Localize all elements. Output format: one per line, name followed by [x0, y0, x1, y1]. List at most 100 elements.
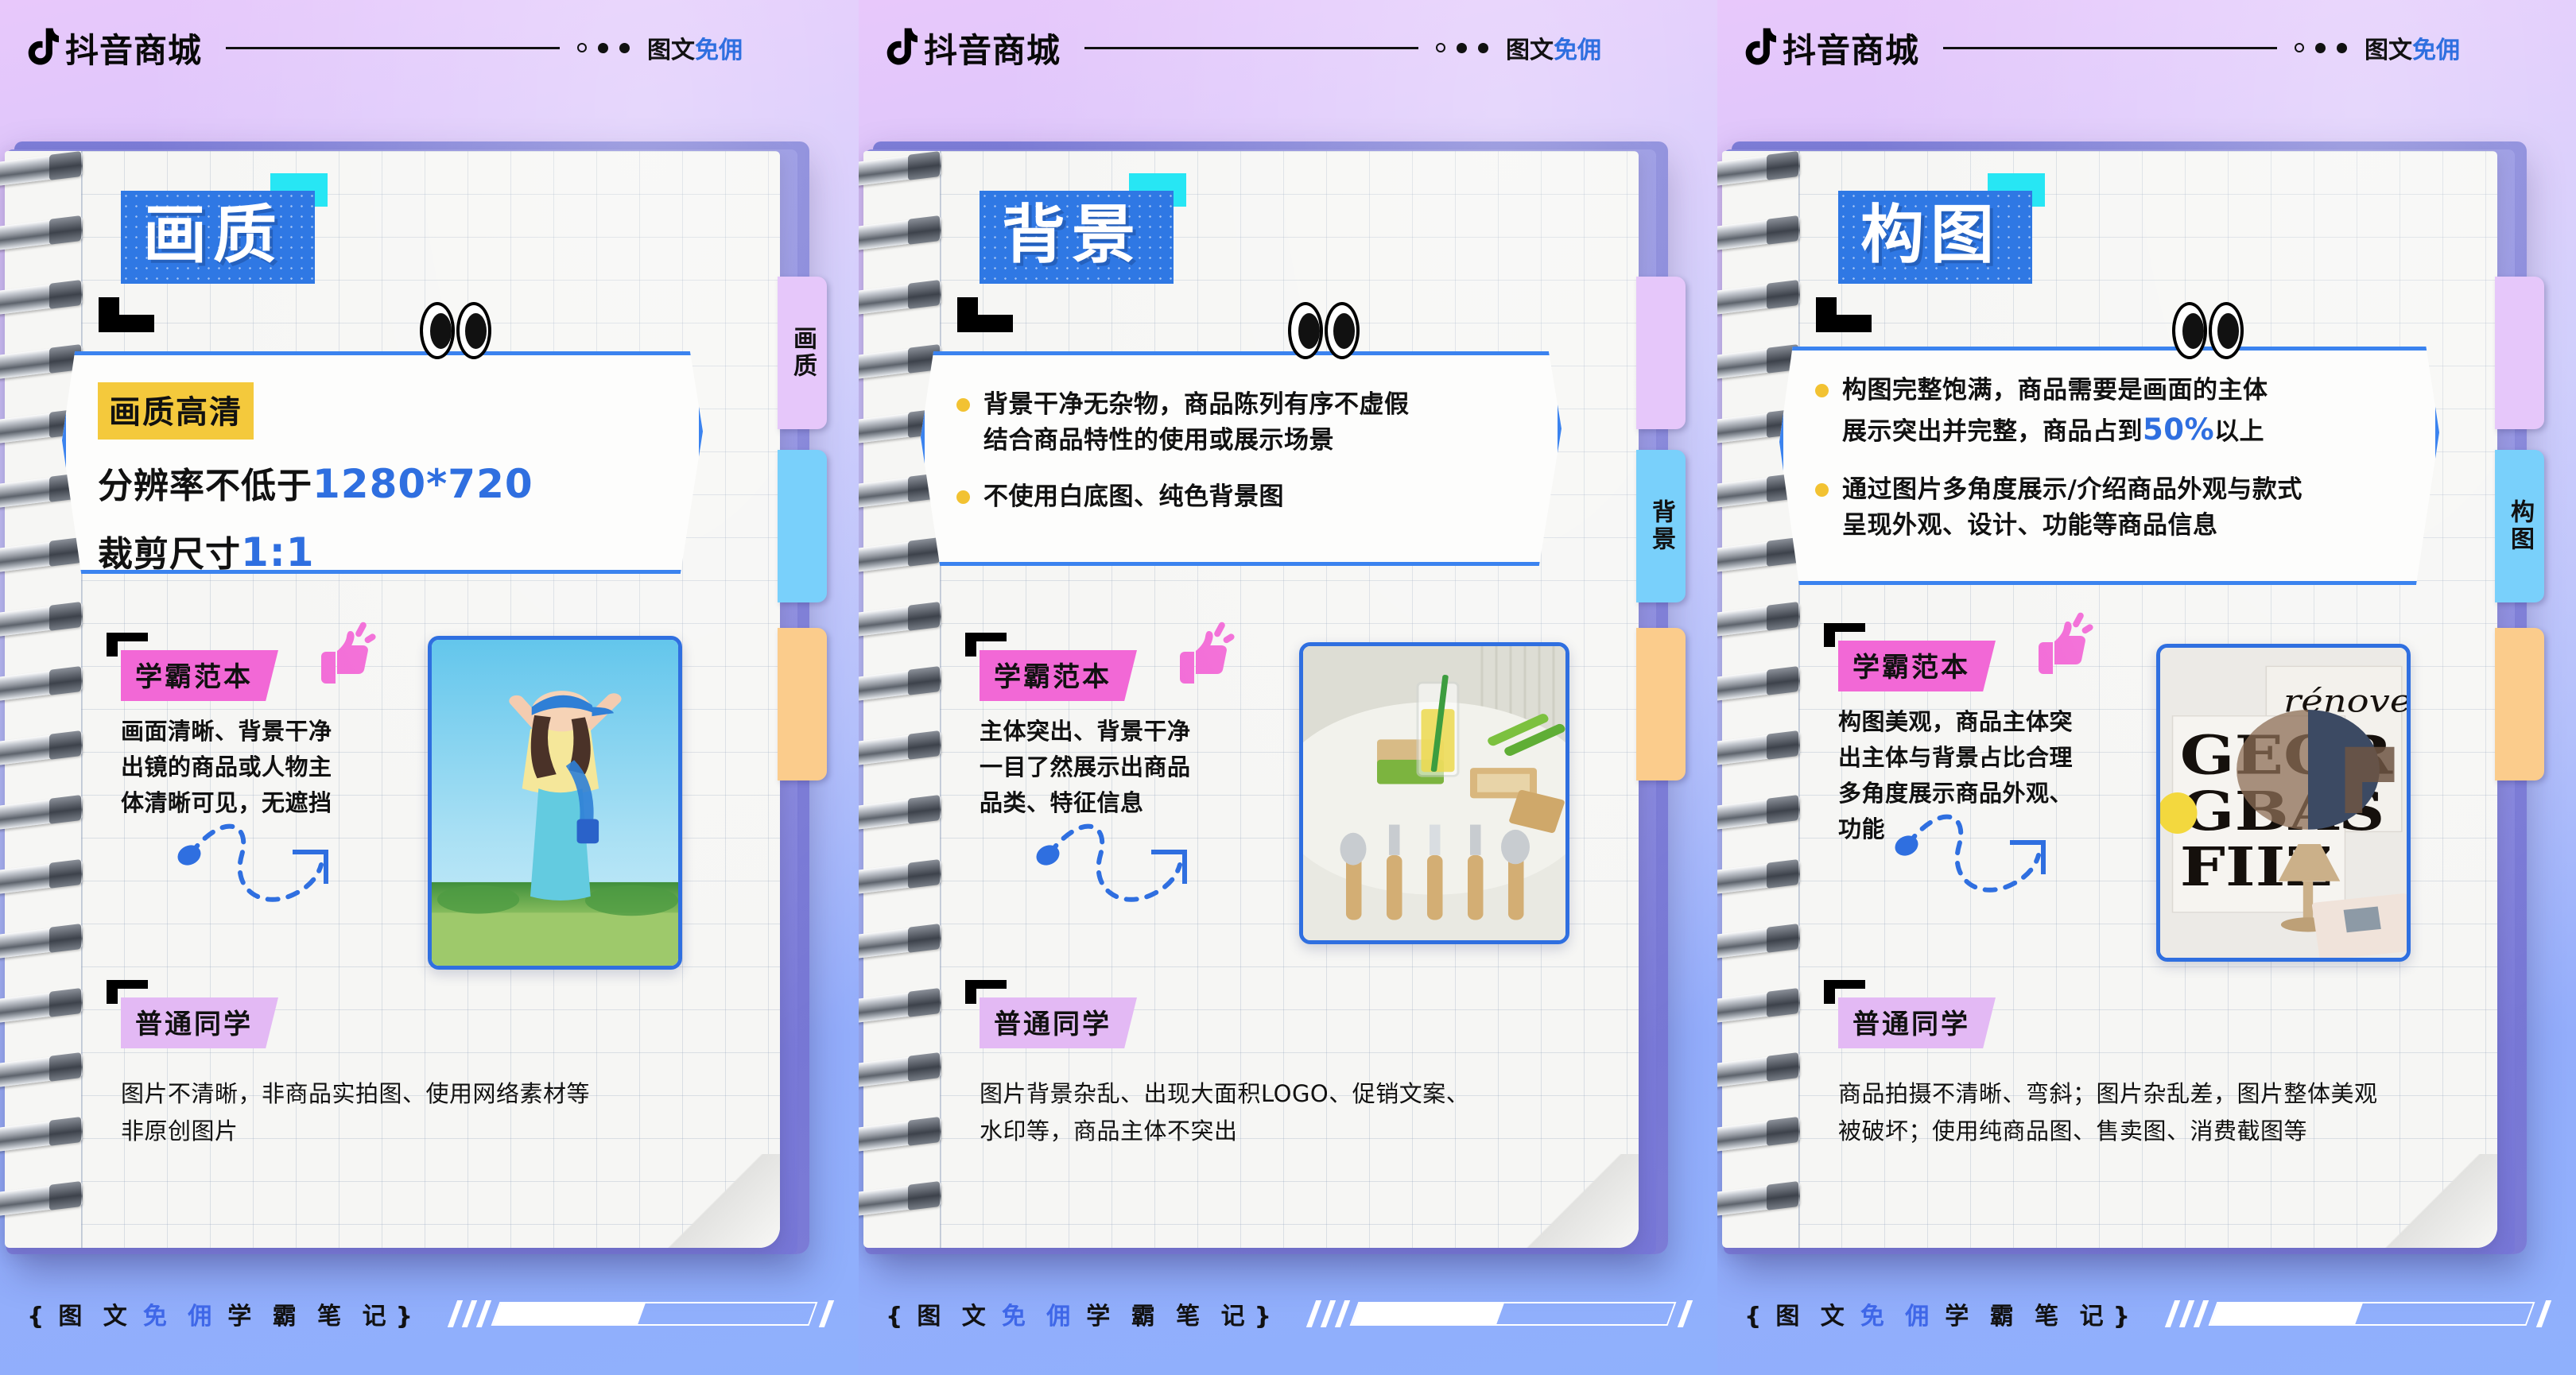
- good-example-label: 学霸范本: [121, 650, 278, 701]
- bad-example-text: 图片不清晰，非商品实拍图、使用网络素材等 非原创图片: [121, 1080, 591, 1145]
- progress-fill: [2210, 1303, 2363, 1324]
- header-tag-accent: 免佣: [2412, 37, 2461, 64]
- footer-part1: 图 文: [1775, 1303, 1851, 1330]
- callout-box: 背景干净无杂物，商品陈列有序不虚假结合商品特性的使用或展示场景 不使用白底图、纯色…: [921, 351, 1562, 566]
- footer-part2: 免 佣: [142, 1303, 219, 1330]
- poster-stage: 抖音商城 图文免佣 画质 画质 画质高清 分辨率不低于1280*720 裁剪尺寸…: [0, 0, 2576, 1375]
- bullet-line: 呈现外观、设计、功能等商品信息: [1842, 508, 2407, 544]
- spiral-binding: [1717, 151, 1810, 1246]
- footer-part3: 学 霸 笔 记: [1945, 1303, 2110, 1330]
- brand-title: 抖音商城: [65, 30, 203, 70]
- slash-icon: [475, 1300, 492, 1327]
- bad-example-block: 普通同学 图片不清晰，非商品实拍图、使用网络素材等 非原创图片: [107, 980, 725, 1150]
- spiral-binding: [859, 151, 951, 1246]
- good-example-text: 画面清晰、背景干净 出镜的商品或人物主 体清晰可见，无遮挡: [121, 718, 332, 816]
- good-example-block: 学霸范本 画面清晰、背景干净 出镜的商品或人物主 体清晰可见，无遮挡: [107, 633, 423, 821]
- footer-text: {图 文免 佣学 霸 笔 记}: [886, 1296, 1278, 1331]
- slash-icon: [1677, 1300, 1693, 1327]
- footer-text: {图 文免 佣学 霸 笔 记}: [1744, 1296, 2136, 1331]
- callout-line-emphasis: 1280*720: [312, 461, 533, 507]
- list-item: 不使用白底图、纯色背景图: [956, 479, 1529, 515]
- dot-solid-icon: [2337, 42, 2348, 53]
- panel-header: 抖音商城 图文免佣: [1717, 0, 2576, 95]
- dot-hollow-icon: [577, 43, 588, 52]
- slash-icon: [2535, 1300, 2552, 1327]
- section-title: 背景: [957, 173, 1186, 332]
- panel-header: 抖音商城 图文免佣: [859, 0, 1717, 95]
- section-title: 构图: [1816, 173, 2045, 332]
- good-example-text: 主体突出、背景干净 一目了然展示出商品 品类、特征信息: [980, 718, 1191, 816]
- dot-solid-icon: [619, 42, 630, 53]
- tiktok-note-icon: [1745, 28, 1776, 65]
- slash-icon: [1320, 1300, 1336, 1327]
- bad-example-text: 图片背景杂乱、出现大面积LOGO、促销文案、 水印等，商品主体不突出: [980, 1080, 1470, 1145]
- header-tag-prefix: 图文: [647, 37, 696, 64]
- example-photo: [1299, 642, 1569, 944]
- footer-brace-open: {: [27, 1303, 51, 1330]
- footer-progress: [447, 1300, 835, 1327]
- dashed-arrow-icon: [1036, 823, 1187, 902]
- slash-icon: [2164, 1300, 2181, 1327]
- index-tabs: 构图: [2489, 0, 2544, 1375]
- list-item: 构图完整饱满，商品需要是画面的主体 展示突出并完整，商品占到50%以上: [1815, 373, 2407, 451]
- bad-example-label: 普通同学: [1838, 997, 1996, 1048]
- dot-solid-icon: [1478, 42, 1489, 53]
- tab-orange[interactable]: [1636, 628, 1686, 780]
- title-text: 背景: [1002, 198, 1142, 272]
- tab-cyan[interactable]: 构图: [2495, 450, 2544, 602]
- tab-cyan[interactable]: [778, 450, 827, 602]
- eyes-icon: [1288, 302, 1360, 359]
- bullet-line: 结合商品特性的使用或展示场景: [983, 423, 1529, 459]
- bad-example-label: 普通同学: [121, 997, 278, 1048]
- tab-purple[interactable]: [1636, 277, 1686, 429]
- footer-part1: 图 文: [58, 1303, 134, 1330]
- title-plate: 构图: [1838, 191, 2032, 284]
- callout-line-text: 分辨率不低于: [98, 466, 312, 506]
- callout-bullets: 构图完整饱满，商品需要是画面的主体 展示突出并完整，商品占到50%以上通过图片多角…: [1815, 373, 2407, 543]
- section-title: 画质: [99, 173, 328, 332]
- page-corner-fold: [1521, 1154, 1639, 1248]
- brand-title: 抖音商城: [924, 30, 1061, 70]
- panel-quality: 抖音商城 图文免佣 画质 画质 画质高清 分辨率不低于1280*720 裁剪尺寸…: [0, 0, 859, 1375]
- eyes-icon: [420, 302, 491, 359]
- example-photo: rénover GEOR GBAS FIIZ: [2156, 644, 2411, 962]
- tab-purple[interactable]: 画质: [778, 277, 827, 429]
- tiktok-note-icon: [886, 28, 918, 65]
- panel-header: 抖音商城 图文免佣: [0, 0, 859, 95]
- header-tag-prefix: 图文: [1506, 37, 1554, 64]
- slash-icon: [1334, 1300, 1351, 1327]
- index-tabs: 画质: [771, 0, 827, 1375]
- header-tag-prefix: 图文: [2365, 37, 2413, 64]
- slash-icon: [2193, 1300, 2209, 1327]
- tab-purple[interactable]: [2495, 277, 2544, 429]
- eyes-icon: [2172, 302, 2244, 359]
- progress-bar: [2208, 1302, 2535, 1326]
- bullet-line: 不使用白底图、纯色背景图: [983, 479, 1529, 515]
- bullet-text: 通过图片多角度展示/介绍商品外观与款式: [1842, 474, 2302, 504]
- tab-cyan[interactable]: 背景: [1636, 450, 1686, 602]
- title-plate: 画质: [121, 191, 315, 284]
- footer-part3: 学 霸 笔 记: [227, 1303, 393, 1330]
- tab-orange[interactable]: [778, 628, 827, 780]
- panel-composition: 抖音商城 图文免佣 构图 构图 构图完整饱满，商品需要是画面的主体 展示突出并完…: [1717, 0, 2576, 1375]
- bullet-text: 背景干净无杂物，商品陈列有序不虚假: [983, 390, 1410, 419]
- spiral-binding: [0, 151, 92, 1246]
- header-tag-accent: 免佣: [1554, 37, 1602, 64]
- bullet-text: 展示突出并完整，商品占到: [1842, 416, 2143, 446]
- bullet-text: 呈现外观、设计、功能等商品信息: [1842, 510, 2218, 540]
- dot-solid-icon: [2315, 42, 2326, 53]
- bullet-emphasis: 50%: [2143, 412, 2215, 447]
- title-text: 构图: [1860, 198, 2000, 272]
- footer-brace-open: {: [886, 1303, 910, 1330]
- footer-part3: 学 霸 笔 记: [1086, 1303, 1251, 1330]
- header-dots: [1436, 42, 1489, 53]
- callout-box: 构图完整饱满，商品需要是画面的主体 展示突出并完整，商品占到50%以上通过图片多角…: [1779, 347, 2439, 585]
- tab-label: 背景: [1647, 499, 1675, 553]
- dot-hollow-icon: [1436, 43, 1446, 52]
- callout-box: 画质高清 分辨率不低于1280*720 裁剪尺寸1:1: [62, 351, 703, 574]
- dot-hollow-icon: [2295, 43, 2305, 52]
- dashed-arrow-icon: [177, 823, 328, 902]
- title-plate: 背景: [980, 191, 1174, 284]
- dashed-arrow-icon: [1895, 814, 2046, 893]
- tab-orange[interactable]: [2495, 628, 2544, 780]
